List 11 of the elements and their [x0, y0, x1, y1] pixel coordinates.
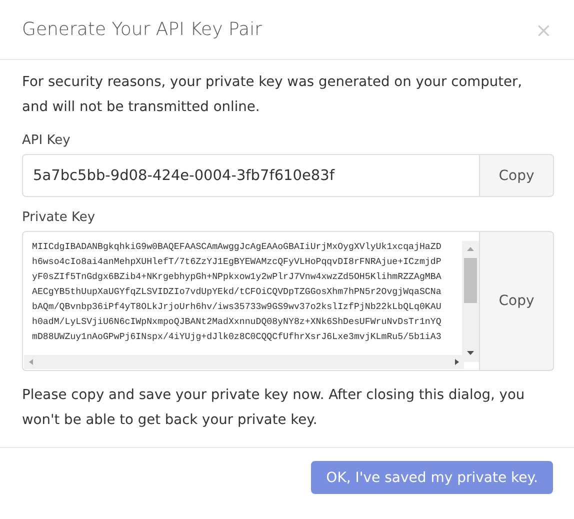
- private-key-field[interactable]: MIICdgIBADANBgkqhkiG9w0BAQEFAASCAmAwggJcAgEAAoGBAIiUrjMxOygXVlyUk1xcqajHaZD h6wso4cIo8ai4anMehpXUHlefT/7t6ZzYJ1EgBYEWAMzcQFyVLHoPqqvDI8rFNRAjue+ICzmjdP yF0sZIf5TnGdgx6BZib4+NKrgebhypGh+NPpkxow1y2wPlrJ7Vnw4xwzZd5OH5KlihmRZZAgMBA AECgYB5thUupXaUGYfqZLSVIDZIo7vdUpYEkd/tCFOiCQVDpTZGGosXhm7hPN5r2OvgjWqaSCNa bAQm/QBvnbp36iPf4yT8OLkJrjoUrh6hv/iws35733w9GS9wv37o2kslIzfPjNb22kLbQLq0KAU h0adM/LyLSVjiU6N6cIWpNxmpoQJBANt2MadXxnnuDQ08yNY8z+XNk6ShDesUFWruNvDsTr1nYQ mD88UWZuy1nAoGPwPj6INspx/4iYUjg+dJlk0z8C0CQQCfUfhrXsrJ6Lxe3mvjKLmRu5/5b1iA3: [22, 231, 480, 371]
- api-key-field[interactable]: 5a7bc5bb-9d08-424e-0004-3fb7f610e83f: [22, 154, 480, 197]
- vertical-scrollbar[interactable]: [462, 241, 479, 362]
- copy-button[interactable]: Copy: [480, 231, 554, 371]
- dialog-title: Generate Your API Key Pair: [22, 19, 262, 40]
- copy-button[interactable]: Copy: [480, 154, 554, 197]
- field-label: API Key: [22, 133, 72, 148]
- intro-text: For security reasons, your private key was generated on your computer, and will not be transmitted online.: [22, 73, 524, 117]
- warning-text: Please copy and save your private key now. After closing this dialog, you won't be able to get back your private key.: [22, 386, 526, 430]
- field-label: Private Key: [22, 210, 96, 225]
- horizontal-scrollbar[interactable]: [24, 355, 464, 369]
